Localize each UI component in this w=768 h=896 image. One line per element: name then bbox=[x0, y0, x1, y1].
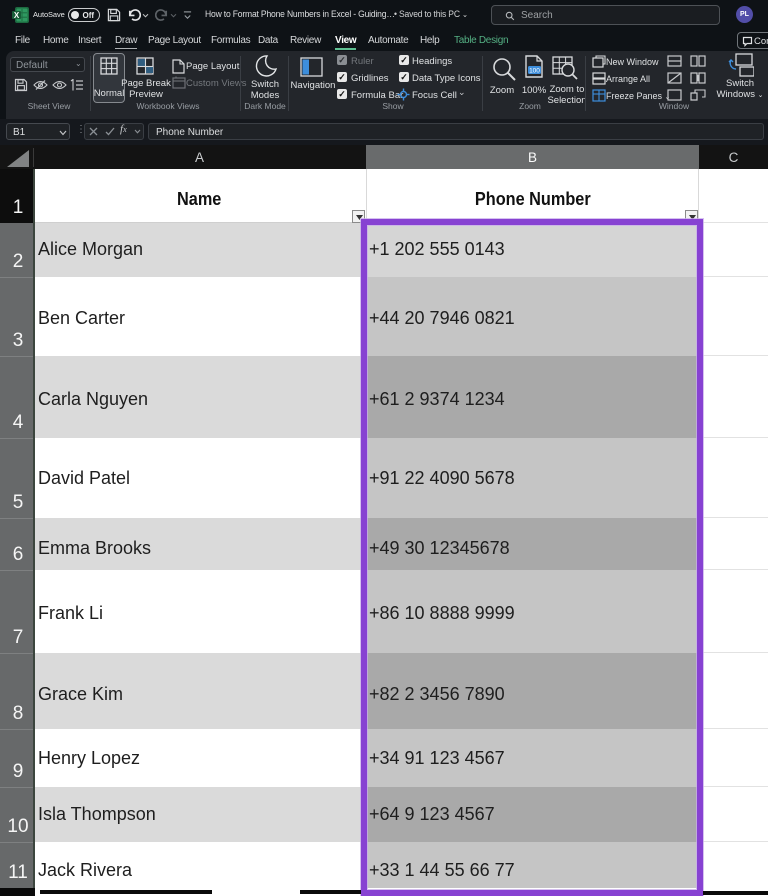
svg-text:100: 100 bbox=[529, 67, 540, 74]
svg-text:X: X bbox=[14, 11, 20, 20]
